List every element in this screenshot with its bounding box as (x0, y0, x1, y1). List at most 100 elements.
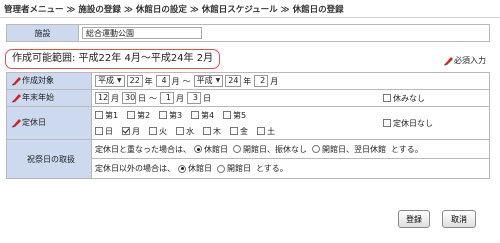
national-holiday-label-cell: 祝祭日の取扱 (6, 139, 92, 179)
from-year-input[interactable]: 22 (126, 75, 143, 87)
target-range-row: 平成 ▼ 22 年 4 月 ～ 平成 ▼ 24 年 2 月 (92, 73, 489, 89)
day-unit: 日 (203, 93, 211, 103)
breadcrumb-item[interactable]: 管理者メニュー (4, 5, 64, 15)
holiday-row2-prefix: 定休日以外の場合は、 (95, 164, 175, 173)
day-label: 土 (267, 126, 275, 136)
week-checkbox[interactable] (159, 111, 167, 119)
week-checkbox[interactable] (95, 111, 103, 119)
range-tilde: ～ (149, 93, 157, 103)
breadcrumb-item[interactable]: 休館日の設定 (136, 5, 187, 15)
radio-label: 休館日 (204, 144, 228, 154)
day-option-mon[interactable]: 月 (122, 126, 149, 137)
day-label: 火 (159, 126, 167, 136)
breadcrumb-separator: ≫ (66, 5, 76, 15)
header-divider (0, 17, 500, 18)
week-label: 第4 (201, 110, 215, 120)
day-checkbox[interactable] (203, 127, 211, 135)
no-holiday-option[interactable]: 休みなし (383, 93, 489, 104)
no-regular-holiday-label: 定休日なし (393, 118, 433, 128)
breadcrumb-item[interactable]: 施設の登録 (78, 5, 121, 15)
from-era-select[interactable]: 平成 ▼ (95, 75, 125, 87)
pen-icon (11, 75, 22, 86)
to-era-select[interactable]: 平成 ▼ (193, 75, 224, 87)
breadcrumb: 管理者メニュー ≫ 施設の登録 ≫ 休館日の設定 ≫ 休館日スケジュール ≫ 休館日の登録 (4, 3, 344, 15)
holiday-row2-option-closed[interactable]: 休館日 (178, 163, 212, 174)
week-label: 第3 (169, 110, 183, 120)
radio-label: 開館日、振休なし (243, 144, 307, 154)
radio-button[interactable] (217, 164, 225, 173)
year-end-from-day-input[interactable]: 30 (122, 92, 136, 104)
day-label: 月 (132, 126, 140, 136)
holiday-row1-option-closed[interactable]: 休館日 (194, 144, 228, 155)
year-unit: 年 (144, 76, 153, 86)
day-option-sat[interactable]: 土 (257, 126, 284, 137)
radio-button[interactable] (312, 145, 320, 153)
week-label: 第5 (233, 110, 247, 120)
holiday-other-row: 定休日以外の場合は、 休館日 開館日 とする。 (92, 159, 489, 178)
breadcrumb-item[interactable]: 休館日スケジュール (202, 5, 278, 15)
year-end-label-cell: 年末年始 (6, 89, 92, 107)
no-regular-holiday-option[interactable]: 定休日なし (383, 118, 489, 129)
regular-label-cell: 定休日 (6, 106, 92, 140)
holiday-on-regular-row: 定休日と重なった場合は、 休館日 開館日、振休なし 開館日、翌日休館 とする。 (92, 140, 489, 159)
week-options-row: 第1 第2 第3 第4 第5 (92, 107, 284, 123)
register-button[interactable]: 登録 (398, 210, 430, 228)
week-option-2[interactable]: 第2 (127, 110, 159, 121)
no-holiday-checkbox[interactable] (383, 94, 391, 102)
breadcrumb-separator: ≫ (280, 5, 290, 15)
required-note: 必須入力 (443, 55, 486, 66)
day-checkbox[interactable] (257, 127, 265, 135)
week-option-5[interactable]: 第5 (223, 110, 255, 121)
radio-label: 休館日 (188, 164, 212, 173)
week-label: 第2 (137, 110, 151, 120)
month-unit: 月 (176, 93, 184, 103)
week-option-3[interactable]: 第3 (159, 110, 191, 121)
target-label-cell: 作成対象 (6, 72, 92, 90)
week-checkbox[interactable] (191, 111, 199, 119)
week-checkbox[interactable] (127, 111, 135, 119)
holiday-row1-option-open-next-closed[interactable]: 開館日、翌日休館 (312, 144, 386, 155)
target-label: 作成対象 (22, 75, 54, 85)
day-checkbox[interactable] (149, 127, 157, 135)
facility-row: 施設 総合運動公園 (6, 24, 490, 42)
day-checkbox[interactable] (176, 127, 184, 135)
day-checkbox[interactable] (95, 127, 103, 135)
radio-label: 開館日 (227, 164, 251, 173)
radio-button[interactable] (233, 145, 241, 153)
year-end-to-day-input[interactable]: 3 (187, 92, 201, 104)
week-option-1[interactable]: 第1 (95, 110, 127, 121)
pen-icon (443, 55, 454, 66)
week-label: 第1 (105, 110, 119, 120)
national-holiday-label: 祝祭日の取扱 (27, 154, 75, 164)
breadcrumb-separator: ≫ (123, 5, 133, 15)
year-end-from-month-input[interactable]: 12 (95, 92, 109, 104)
to-month-input[interactable]: 2 (254, 75, 269, 87)
week-option-4[interactable]: 第4 (191, 110, 223, 121)
day-option-tue[interactable]: 火 (149, 126, 176, 137)
day-checkbox[interactable] (230, 127, 238, 135)
radio-button[interactable] (178, 164, 186, 173)
year-end-to-month-input[interactable]: 1 (160, 92, 174, 104)
day-option-wed[interactable]: 水 (176, 126, 203, 137)
day-checkbox[interactable] (122, 127, 130, 135)
required-note-label: 必須入力 (454, 56, 486, 65)
day-option-sun[interactable]: 日 (95, 126, 122, 137)
cancel-button[interactable]: 取消 (442, 210, 476, 228)
chevron-down-icon: ▼ (117, 77, 122, 84)
range-tilde: ～ (182, 76, 191, 86)
radio-button[interactable] (194, 145, 202, 153)
month-unit: 月 (270, 76, 279, 86)
no-holiday-label: 休みなし (393, 93, 425, 103)
day-option-fri[interactable]: 金 (230, 126, 257, 137)
from-month-input[interactable]: 4 (155, 75, 170, 87)
year-end-row: 12 月 30 日 ～ 1 月 3 日 休みなし (92, 90, 489, 106)
chevron-down-icon: ▼ (215, 77, 221, 84)
day-option-thu[interactable]: 木 (203, 126, 230, 137)
holiday-row1-option-open-no-substitute[interactable]: 開館日、振休なし (233, 144, 307, 155)
week-checkbox[interactable] (223, 111, 231, 119)
holiday-row2-option-open[interactable]: 開館日 (217, 163, 251, 174)
breadcrumb-separator: ≫ (189, 5, 199, 15)
pen-icon (11, 117, 22, 128)
to-year-input[interactable]: 24 (225, 75, 242, 87)
no-regular-holiday-checkbox[interactable] (383, 119, 391, 127)
